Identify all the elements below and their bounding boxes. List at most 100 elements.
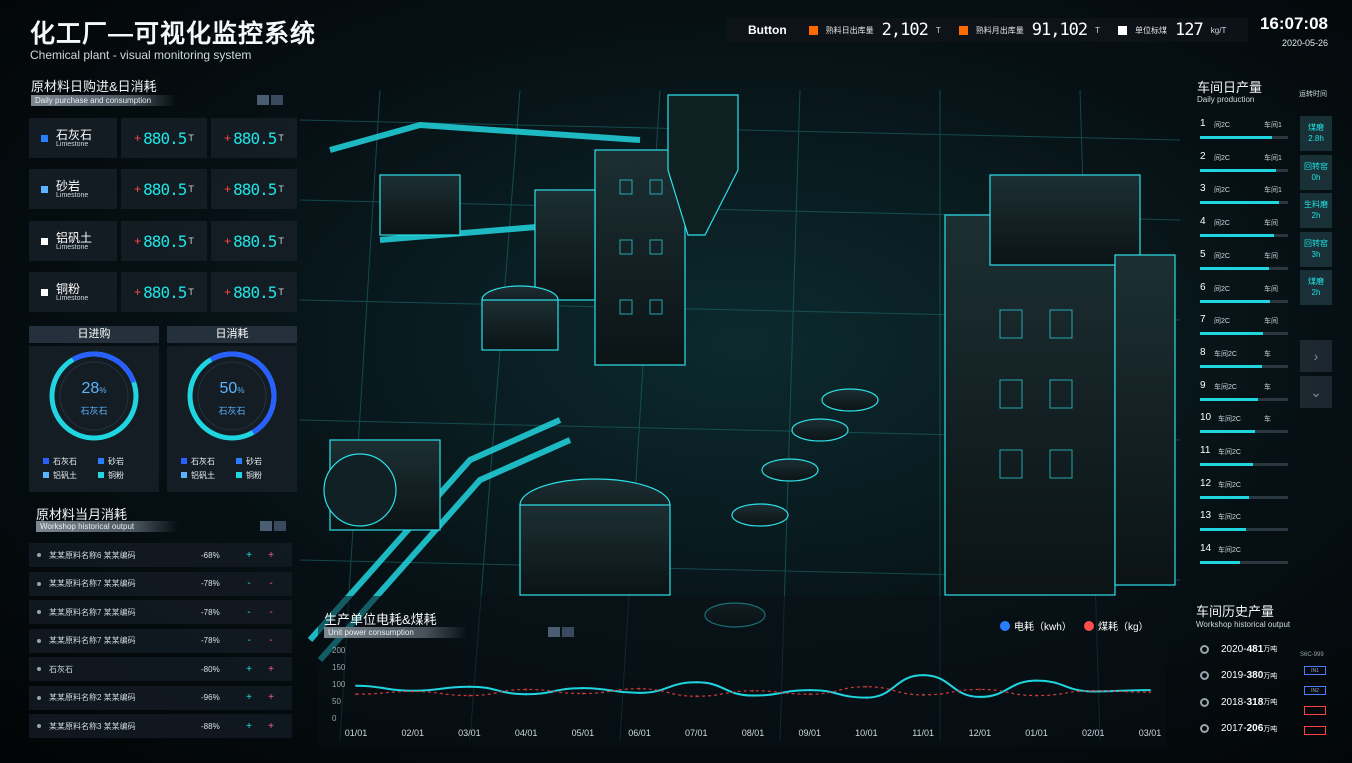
material-color-square	[41, 288, 48, 296]
ring-legend-item[interactable]: 铝矾土	[181, 470, 236, 481]
row-number: 10	[1200, 412, 1212, 424]
panel-toggle-button[interactable]	[260, 521, 272, 531]
chart-title: 生产单位电耗&煤耗	[324, 612, 437, 627]
ring-legend-item[interactable]: 砂岩	[98, 456, 153, 467]
data-point-coal	[1092, 689, 1095, 692]
legend-power[interactable]: 电耗（kwh）	[1000, 618, 1072, 633]
production-row[interactable]: 4 间2C 车间	[1200, 210, 1292, 242]
x-tick-label: 03/01	[1139, 728, 1162, 738]
production-bar-fill	[1200, 495, 1250, 499]
history-row[interactable]: 2017- 206 万吨	[1200, 718, 1300, 740]
history-row[interactable]: 2018- 318 万吨	[1200, 691, 1300, 713]
ring-legend-item[interactable]: 铜粉	[98, 470, 153, 481]
production-row[interactable]: 9 车间2C 车	[1200, 374, 1292, 406]
panel-toggle-button[interactable]	[562, 627, 574, 637]
runtime-tab[interactable]: 煤磨 2.8h	[1300, 116, 1332, 151]
list-item[interactable]: 某某原料名称6 某某编码 -68% + +	[29, 543, 292, 567]
unit: T	[188, 184, 194, 194]
production-bar	[1200, 561, 1288, 565]
panel-toggle-button[interactable]	[271, 95, 283, 105]
production-row[interactable]: 6 间2C 车间	[1200, 276, 1292, 308]
material-row[interactable]: 铜粉 Limestone +880.5 T +880.5 T	[29, 272, 297, 312]
production-row[interactable]: 13 车间2C	[1200, 504, 1292, 536]
production-row[interactable]: 14 车间2C	[1200, 537, 1292, 569]
list-item[interactable]: 某某原料名称7 某某编码 -78% - -	[29, 600, 292, 624]
production-bar-fill	[1200, 332, 1264, 336]
material-row[interactable]: 石灰石 Limestone +880.5 T +880.5 T	[29, 118, 297, 158]
history-value: 206	[1246, 723, 1264, 734]
list-item[interactable]: 某某原料名称7 某某编码 -78% - -	[29, 571, 292, 596]
history-row[interactable]: 2020- 481 万吨	[1200, 638, 1300, 660]
panel-toggle-button[interactable]	[274, 521, 286, 531]
runtime-tab[interactable]: 生料磨 2h	[1300, 193, 1332, 228]
data-point-power	[695, 681, 698, 684]
x-tick-label: 01/01	[345, 728, 368, 738]
list-item-percent: -80%	[201, 664, 220, 674]
unit: T	[188, 133, 194, 143]
runtime-tab[interactable]: 回转窑 0h	[1300, 154, 1332, 190]
runtime-tab-value: 2.8h	[1308, 134, 1324, 143]
production-row[interactable]: 3 间2C 车间1	[1200, 177, 1292, 209]
production-row[interactable]: 5 间2C 车间	[1200, 243, 1292, 275]
runtime-tab[interactable]: 煤磨 2h	[1300, 270, 1332, 305]
trend-a: -	[247, 635, 251, 646]
production-row[interactable]: 1 间2C 车间1	[1200, 112, 1292, 144]
production-bar	[1200, 430, 1288, 434]
list-item-name: 某某原料名称7 某某编码	[49, 607, 136, 617]
history-unit: 万吨	[1263, 699, 1278, 706]
list-item-percent: -78%	[201, 579, 220, 588]
ring-legend-item[interactable]: 砂岩	[236, 456, 291, 467]
material-name: 铜粉	[56, 281, 81, 296]
x-tick-label: 02/01	[1082, 728, 1105, 738]
workshop-name-2: 车	[1264, 416, 1271, 424]
workshop-name: 车间2C	[1218, 481, 1241, 489]
production-row[interactable]: 10 车间2C 车	[1200, 406, 1292, 438]
panel-toggle-button[interactable]	[257, 95, 269, 105]
material-consume-cell: +880.5 T	[211, 169, 297, 209]
list-item[interactable]: 某某原料名称3 某某编码 -88% + +	[29, 714, 292, 738]
production-row[interactable]: 7 间2C 车间	[1200, 308, 1292, 340]
y-tick-label: 0	[332, 714, 337, 723]
stat-label: 单位标煤	[1135, 25, 1168, 35]
runtime-tab-name: 煤磨	[1308, 277, 1324, 286]
raw-materials-subtitle: Daily purchase and consumption	[31, 95, 176, 106]
x-tick-label: 12/01	[969, 728, 992, 738]
production-row[interactable]: 11 车间2C	[1200, 439, 1292, 471]
ring-legend-item[interactable]: 石灰石	[181, 456, 236, 467]
runtime-tab[interactable]: 回转窑 3h	[1300, 231, 1332, 267]
plus-sign: +	[224, 234, 232, 248]
production-row[interactable]: 2 间2C 车间1	[1200, 145, 1292, 177]
daily-production-subtitle: Daily production	[1197, 95, 1255, 104]
mini-label: S6C-999	[1300, 652, 1324, 658]
ring-legend-item[interactable]: 铜粉	[236, 470, 291, 481]
list-item[interactable]: 某某原料名称7 某某编码 -78% - -	[29, 628, 292, 653]
chevron-right-icon[interactable]: ›	[1300, 340, 1332, 372]
production-row[interactable]: 8 车间2C 车	[1200, 341, 1292, 373]
list-item[interactable]: 某某原料名称2 某某编码 -96% + +	[29, 685, 292, 710]
material-row[interactable]: 砂岩 Limestone +880.5 T +880.5 T	[29, 169, 297, 209]
production-row[interactable]: 12 车间2C	[1200, 472, 1292, 504]
ring-legend-item[interactable]: 铝矾土	[43, 470, 98, 481]
ring-legend-item[interactable]: 石灰石	[43, 456, 98, 467]
material-name: 石灰石	[56, 127, 93, 142]
chevron-down-icon[interactable]: ⌄	[1300, 376, 1332, 408]
row-number: 3	[1200, 183, 1206, 195]
monthly-subtitle: Workshop historical output	[36, 521, 178, 532]
unit: T	[278, 133, 284, 143]
panel-toggle-button[interactable]	[548, 627, 560, 637]
history-year: 2019-	[1221, 670, 1247, 681]
ring-legend-label: 砂岩	[246, 457, 262, 466]
list-item[interactable]: 石灰石 -80% + +	[29, 657, 292, 681]
legend-dot	[1000, 620, 1010, 631]
header-button[interactable]: Button	[748, 23, 787, 37]
runtime-tab-name: 煤磨	[1308, 123, 1324, 132]
legend-coal[interactable]: 煤耗（kg）	[1084, 618, 1149, 633]
stat-value: 91,102	[1031, 20, 1088, 40]
ring-legend-label: 石灰石	[53, 457, 77, 466]
row-number: 6	[1200, 281, 1206, 293]
material-row[interactable]: 铝矾土 Limestone +880.5 T +880.5 T	[29, 221, 297, 261]
history-row[interactable]: 2019- 380 万吨	[1200, 665, 1300, 687]
history-dot	[1200, 644, 1209, 654]
material-consume-value: 880.5	[233, 179, 277, 199]
material-purchase-cell: +880.5 T	[121, 118, 207, 158]
